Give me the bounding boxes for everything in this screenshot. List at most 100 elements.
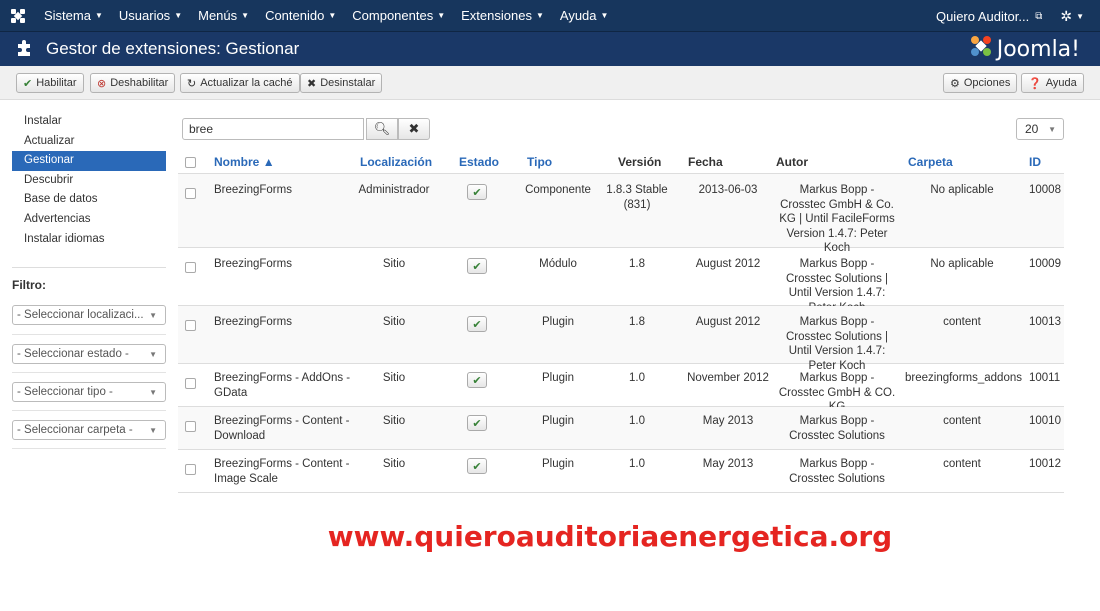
caret-down-icon: ▼	[241, 11, 250, 20]
check-icon: ✔	[472, 460, 482, 473]
state-toggle-button[interactable]: ✔	[467, 415, 487, 431]
check-icon: ✔	[472, 260, 482, 273]
list-limit-select[interactable]: 20 ▼	[1016, 118, 1064, 140]
disable-button[interactable]: ⊗ Deshabilitar	[90, 73, 176, 93]
extension-location: Administrador	[358, 184, 430, 196]
extension-name: BreezingForms	[214, 258, 292, 270]
joomla-logo-icon	[969, 34, 993, 64]
extension-version: 1.0	[629, 415, 645, 427]
refresh-cache-button[interactable]: ↻ Actualizar la caché	[180, 73, 300, 93]
enable-button[interactable]: ✔ Habilitar	[16, 73, 84, 93]
table-header: Nombre ▲ Localización Estado Tipo Versió…	[178, 150, 1064, 174]
close-icon: ✖	[307, 77, 317, 90]
extension-location: Sitio	[382, 458, 406, 470]
state-toggle-button[interactable]: ✔	[467, 372, 487, 388]
menu-menus[interactable]: Menús ▼	[190, 0, 257, 32]
extension-author: Markus Bopp - Crosstec Solutions	[789, 458, 885, 485]
check-icon: ✔	[472, 374, 482, 387]
caret-down-icon: ▼	[328, 11, 337, 20]
state-toggle-button[interactable]: ✔	[467, 316, 487, 332]
filter-type-select[interactable]: - Seleccionar tipo - ▼	[12, 382, 166, 402]
caret-down-icon: ▼	[600, 11, 609, 20]
sort-state-header[interactable]: Estado	[459, 155, 499, 169]
caret-down-icon: ▼	[1076, 11, 1084, 21]
sidebar-item-gestionar[interactable]: Gestionar	[12, 151, 166, 171]
extension-name: BreezingForms - AddOns - GData	[214, 372, 351, 399]
sort-name-header[interactable]: Nombre ▲	[214, 155, 275, 169]
joomla-x-icon[interactable]	[0, 0, 36, 32]
sidebar-item-descubrir[interactable]: Descubrir	[12, 171, 166, 191]
options-button[interactable]: ⚙ Opciones	[943, 73, 1018, 93]
version-header: Versión	[618, 155, 662, 169]
search-icon: 🔍︎	[373, 121, 391, 136]
extension-id: 10009	[1029, 258, 1061, 270]
state-toggle-button[interactable]: ✔	[467, 258, 487, 274]
uninstall-button[interactable]: ✖ Desinstalar	[300, 73, 383, 93]
menu-extensiones[interactable]: Extensiones ▼	[453, 0, 552, 32]
extension-id: 10010	[1029, 415, 1061, 427]
filter-location-select[interactable]: - Seleccionar localizaci... ▼	[12, 305, 166, 325]
extension-id: 10011	[1029, 372, 1061, 384]
filter-folder-select[interactable]: - Seleccionar carpeta - ▼	[12, 420, 166, 440]
check-icon: ✔	[472, 186, 482, 199]
caret-down-icon: ▼	[149, 425, 157, 435]
row-checkbox[interactable]	[185, 464, 196, 475]
check-icon: ✔	[472, 318, 482, 331]
extension-name: BreezingForms - Content - Image Scale	[214, 458, 350, 485]
row-checkbox[interactable]	[185, 320, 196, 331]
menu-ayuda[interactable]: Ayuda ▼	[552, 0, 617, 32]
sidebar-item-actualizar[interactable]: Actualizar	[12, 132, 166, 152]
site-link[interactable]: Quiero Auditor... ⧉	[928, 9, 1050, 24]
sidebar-item-advertencias[interactable]: Advertencias	[12, 210, 166, 230]
menu-componentes[interactable]: Componentes ▼	[344, 0, 453, 32]
row-checkbox[interactable]	[185, 188, 196, 199]
select-all-checkbox[interactable]	[185, 157, 196, 168]
toolbar: ✔ Habilitar ⊗ Deshabilitar ↻ Actualizar la …	[0, 66, 1100, 100]
sort-location-header[interactable]: Localización	[360, 155, 432, 169]
extension-id: 10013	[1029, 316, 1061, 328]
table-row: BreezingForms Sitio ✔ Plugin 1.8 August …	[178, 306, 1064, 372]
search-button[interactable]: 🔍︎	[366, 118, 398, 140]
date-header: Fecha	[688, 155, 723, 169]
gear-icon: ⚙	[950, 77, 960, 90]
sort-type-header[interactable]: Tipo	[527, 155, 552, 169]
state-toggle-button[interactable]: ✔	[467, 184, 487, 200]
check-icon: ✔	[23, 77, 33, 90]
filter-state-select[interactable]: - Seleccionar estado - ▼	[12, 344, 166, 364]
state-toggle-button[interactable]: ✔	[467, 458, 487, 474]
sort-id-header[interactable]: ID	[1029, 155, 1041, 169]
extension-type: Plugin	[542, 372, 574, 384]
extension-folder: content	[943, 458, 981, 470]
table-row: BreezingForms Administrador ✔ Componente…	[178, 174, 1064, 254]
menu-sistema[interactable]: Sistema ▼	[36, 0, 111, 32]
filter-label: Filtro:	[12, 278, 46, 292]
extension-date: August 2012	[695, 316, 761, 328]
sort-folder-header[interactable]: Carpeta	[908, 155, 953, 169]
row-checkbox[interactable]	[185, 421, 196, 432]
extension-type: Plugin	[542, 415, 574, 427]
clear-search-button[interactable]: ✖	[398, 118, 430, 140]
row-checkbox[interactable]	[185, 262, 196, 273]
extension-version: 1.8	[629, 258, 645, 270]
extension-folder: content	[943, 316, 981, 328]
user-menu[interactable]: ✲ ▼	[1050, 8, 1100, 25]
extensions-table: Nombre ▲ Localización Estado Tipo Versió…	[178, 150, 1064, 493]
caret-down-icon: ▼	[174, 11, 183, 20]
table-row: BreezingForms Sitio ✔ Módulo 1.8 August …	[178, 248, 1064, 314]
extension-date: November 2012	[687, 372, 769, 384]
caret-down-icon: ▼	[437, 11, 446, 20]
remove-circle-icon: ⊗	[97, 77, 107, 90]
menu-contenido[interactable]: Contenido ▼	[257, 0, 344, 32]
author-header: Autor	[776, 155, 808, 169]
external-link-icon: ⧉	[1035, 10, 1043, 22]
sidebar-item-instalar[interactable]: Instalar	[12, 112, 166, 132]
sidebar-item-base-de-datos[interactable]: Base de datos	[12, 190, 166, 210]
menu-usuarios[interactable]: Usuarios ▼	[111, 0, 190, 32]
sidebar-item-instalar-idiomas[interactable]: Instalar idiomas	[12, 230, 166, 250]
extension-type: Componente	[525, 184, 591, 196]
row-checkbox[interactable]	[185, 378, 196, 389]
page-title: Gestor de extensiones: Gestionar	[46, 39, 300, 58]
help-button[interactable]: ❓ Ayuda	[1021, 73, 1084, 93]
table-row: BreezingForms - AddOns - GData Sitio ✔ P…	[178, 364, 1064, 413]
search-input[interactable]: bree	[182, 118, 364, 140]
